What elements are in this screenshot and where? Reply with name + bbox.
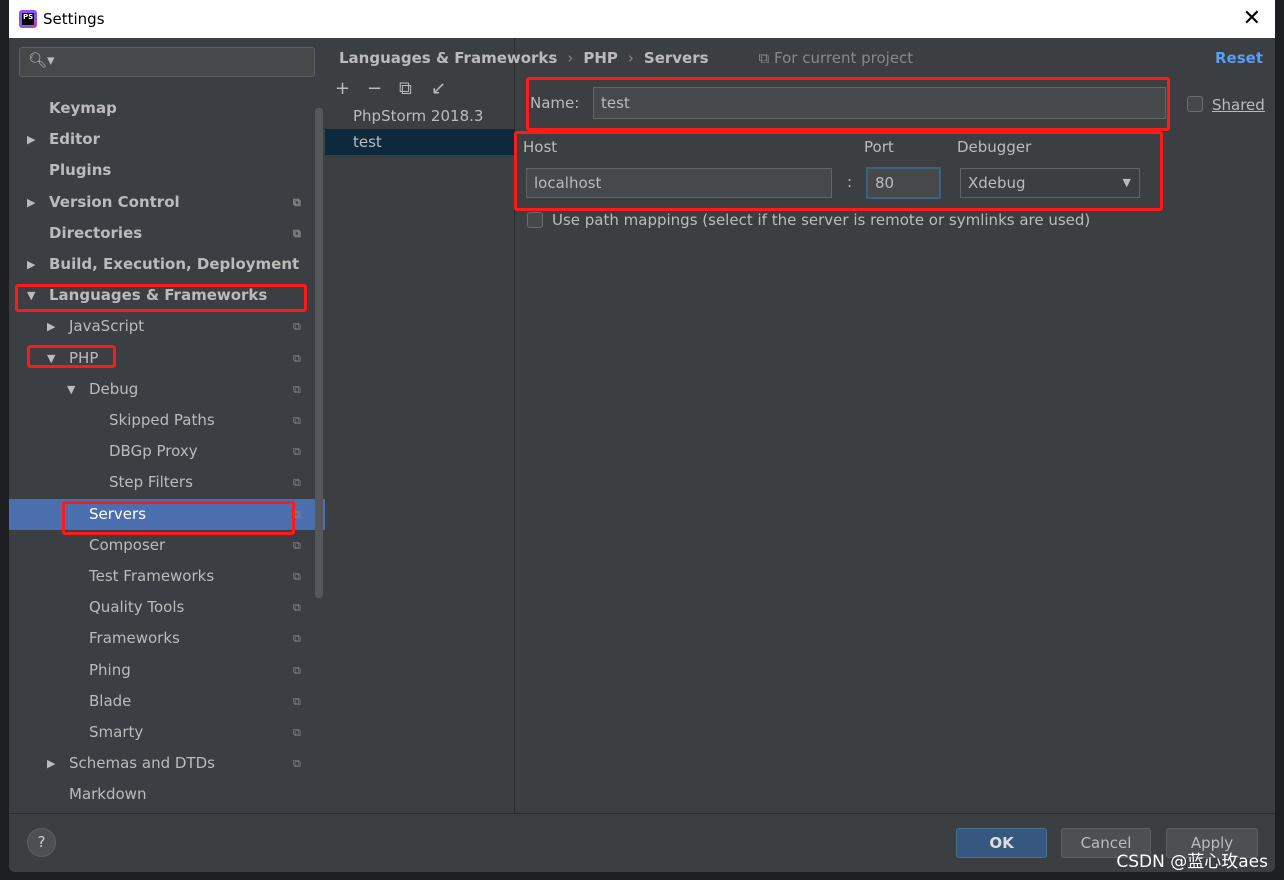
project-scope-icon: ⧉ [293, 757, 301, 771]
project-scope-icon: ⧉ [293, 351, 301, 365]
project-scope-icon: ⧉ [293, 726, 301, 739]
sidebar-item[interactable]: ▶ Version Control ⧉ [9, 187, 325, 218]
sidebar-item-label: Blade [89, 691, 132, 710]
project-scope-icon: ⧉ [293, 320, 301, 334]
search-input[interactable]: 🔍︎▾ [19, 47, 315, 77]
collapsed-arrow-icon[interactable]: ▶ [47, 748, 55, 779]
breadcrumb-separator: › [567, 49, 574, 67]
project-scope-icon: ⧉ [293, 414, 301, 427]
expanded-arrow-icon[interactable]: ▼ [67, 374, 75, 405]
dialog-footer: ? OK Cancel Apply [9, 813, 1275, 872]
sidebar-item[interactable]: Step Filters ⧉ [9, 467, 325, 498]
scope-text: For current project [774, 49, 914, 67]
sidebar-item[interactable]: Phing ⧉ [9, 655, 325, 686]
sidebar-item-label: Smarty [89, 723, 144, 741]
sidebar-item[interactable]: Smarty ⧉ [9, 717, 325, 748]
title-bar: PS Settings ✕ [9, 0, 1275, 38]
sidebar-item[interactable]: Skipped Paths ⧉ [9, 405, 325, 436]
breadcrumb: Languages & Frameworks › PHP › Servers ⧉… [339, 49, 913, 67]
project-scope-icon: ⧉ [293, 226, 301, 240]
sidebar-item[interactable]: Blade ⧉ [9, 686, 325, 717]
shared-checkbox[interactable] [1187, 96, 1203, 112]
scope-label: ⧉ For current project [759, 49, 914, 67]
sidebar-item-label: Step Filters [109, 473, 193, 492]
sidebar-item-label: Editor [49, 130, 100, 149]
highlight-host-port [514, 131, 1163, 211]
sidebar-item[interactable]: Markdown [9, 779, 325, 810]
highlight-php [27, 345, 116, 368]
collapsed-arrow-icon[interactable]: ▶ [27, 249, 35, 280]
sidebar-item-label: Test Frameworks [89, 567, 215, 585]
sidebar-item[interactable]: ▶ Editor [9, 124, 325, 155]
settings-dialog: PS Settings ✕ 🔍︎▾ Keymap ▶ Editor Plugins ▶ V… [9, 0, 1275, 872]
sidebar-item[interactable]: DBGp Proxy ⧉ [9, 436, 325, 467]
project-scope-icon: ⧉ [293, 694, 301, 708]
sidebar-item[interactable]: ▶ Build, Execution, Deployment [9, 249, 325, 280]
sidebar-item-label: Keymap [49, 99, 117, 117]
sidebar-item-label: Frameworks [89, 629, 180, 648]
sidebar-item[interactable]: ▶ Schemas and DTDs ⧉ [9, 748, 325, 779]
project-scope-icon: ⧉ [293, 570, 301, 583]
settings-sidebar: 🔍︎▾ Keymap ▶ Editor Plugins ▶ Version Control… [9, 38, 325, 813]
sidebar-item-label: JavaScript [69, 317, 145, 336]
remove-icon[interactable]: − [367, 78, 382, 99]
highlight-languages [15, 284, 307, 312]
sidebar-item[interactable]: Frameworks ⧉ [9, 623, 325, 654]
phpstorm-logo-icon: PS [19, 10, 37, 28]
project-icon: ⧉ [758, 49, 775, 67]
project-scope-icon: ⧉ [293, 195, 301, 209]
import-icon[interactable]: ↙ [431, 78, 446, 99]
sidebar-scrollbar[interactable] [315, 108, 323, 598]
project-scope-icon: ⧉ [293, 382, 301, 396]
window-title: Settings [43, 10, 105, 28]
highlight-servers [62, 501, 295, 535]
sidebar-item[interactable]: ▼ Debug ⧉ [9, 374, 325, 405]
sidebar-item-label: Build, Execution, Deployment [49, 255, 300, 273]
breadcrumb-item: Servers [643, 49, 709, 67]
sidebar-item-label: Plugins [49, 161, 112, 180]
add-icon[interactable]: + [335, 78, 350, 99]
path-mappings-label: Use path mappings (select if the server … [552, 211, 1091, 229]
collapsed-arrow-icon[interactable]: ▶ [47, 311, 55, 342]
breadcrumb-item: PHP [583, 49, 618, 67]
sidebar-item[interactable]: ▶ JavaScript ⧉ [9, 311, 325, 342]
sidebar-item-label: DBGp Proxy [109, 442, 198, 461]
sidebar-item-label: Markdown [69, 785, 147, 804]
sidebar-item[interactable]: Plugins [9, 155, 325, 186]
project-scope-icon: ⧉ [293, 538, 301, 552]
ok-button[interactable]: OK [956, 828, 1047, 858]
watermark: CSDN @蓝心玫aes [1116, 852, 1268, 872]
servers-list-panel: + − ⧉ ↙ PhpStorm 2018.3 test [325, 38, 515, 813]
sidebar-item[interactable]: Test Frameworks ⧉ [9, 561, 325, 592]
sidebar-item-label: Schemas and DTDs [69, 754, 215, 773]
collapsed-arrow-icon[interactable]: ▶ [27, 187, 35, 218]
highlight-name [526, 77, 1170, 131]
copy-icon[interactable]: ⧉ [399, 78, 412, 99]
sidebar-item-label: Phing [89, 660, 131, 679]
sidebar-item-label: Debug [89, 379, 139, 398]
sidebar-item-label: Quality Tools [89, 598, 185, 617]
reset-link[interactable]: Reset [1215, 49, 1263, 67]
breadcrumb-separator: › [627, 49, 634, 67]
sidebar-item[interactable]: Keymap [9, 93, 325, 124]
server-item[interactable]: PhpStorm 2018.3 [325, 103, 515, 129]
sidebar-item-label: Skipped Paths [109, 411, 215, 429]
project-scope-icon: ⧉ [293, 663, 301, 677]
project-scope-icon: ⧉ [293, 601, 301, 615]
shared-label: Shared [1212, 96, 1265, 114]
search-icon: 🔍︎▾ [28, 51, 55, 69]
sidebar-item[interactable]: Directories ⧉ [9, 218, 325, 249]
sidebar-item-label: Version Control [49, 192, 180, 211]
path-mappings-checkbox[interactable] [527, 212, 543, 228]
close-icon[interactable]: ✕ [1243, 6, 1261, 31]
project-scope-icon: ⧉ [293, 445, 301, 459]
help-button[interactable]: ? [27, 828, 56, 857]
sidebar-item-label: Directories [49, 223, 143, 242]
sidebar-item[interactable]: Quality Tools ⧉ [9, 592, 325, 623]
project-scope-icon: ⧉ [293, 476, 301, 490]
breadcrumb-item: Languages & Frameworks [339, 49, 558, 67]
collapsed-arrow-icon[interactable]: ▶ [27, 124, 35, 155]
server-item[interactable]: test [325, 129, 515, 155]
project-scope-icon: ⧉ [293, 632, 301, 646]
